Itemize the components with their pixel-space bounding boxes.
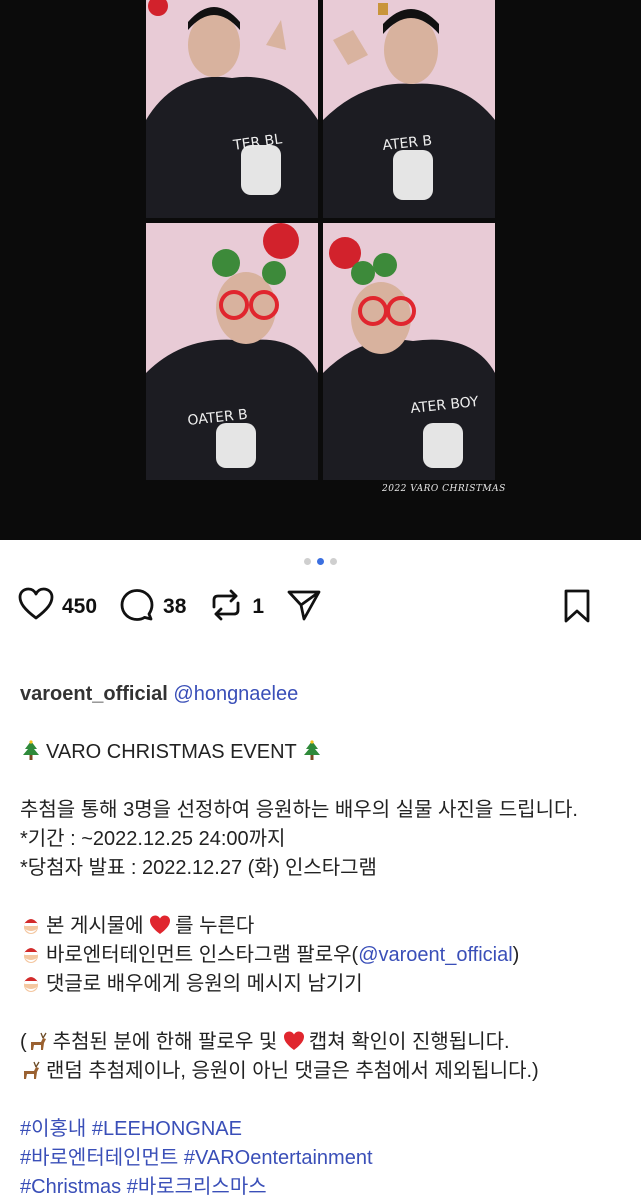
red-heart-icon [283,1031,304,1050]
hashtag-line: #바로엔터테인먼트 #VAROentertainment [20,1144,630,1173]
carousel-dot[interactable] [330,558,337,565]
action-bar: 450 38 1 [18,587,623,629]
comment-button[interactable]: 38 [119,587,186,628]
caption-period: *기간 : ~2022.12.25 24:00까지 [20,828,286,850]
note-line-1-suffix: 캡쳐 확인이 진행됩니다. [308,1031,510,1053]
carousel-dot-active[interactable] [317,558,324,565]
note-line-2-text: 랜덤 추첨제이나, 응원이 아닌 댓글은 추첨에서 제외됩니다.) [46,1060,539,1082]
step-follow: 바로엔터테인먼트 인스타그램 팔로우(@varoent_official) [20,941,630,970]
bookmark-button[interactable] [559,588,595,629]
post-photo[interactable]: TER BL ATER B OATER B ATER BOY 2022 VARO… [0,0,641,540]
step-comment-text: 댓글로 배우에게 응원의 메시지 남기기 [46,973,363,995]
share-button[interactable] [286,587,322,628]
event-title: VARO CHRISTMAS EVENT [20,738,630,767]
hashtag-link[interactable]: #바로엔터테인먼트 [20,1147,178,1169]
hashtag-link[interactable]: #LEEHONGNAE [92,1118,242,1140]
bookmark-icon [559,588,595,629]
santa-icon [24,948,38,963]
photo-panel-top-left: TER BL [146,0,318,218]
hashtag-link[interactable]: #이홍내 [20,1118,86,1140]
red-heart-icon [150,915,171,934]
deer-icon [30,1032,47,1050]
step-follow-close: ) [512,944,520,966]
step-comment: 댓글로 배우에게 응원의 메시지 남기기 [20,970,630,999]
note-line-2: 랜덤 추첨제이나, 응원이 아닌 댓글은 추첨에서 제외됩니다.) [20,1057,630,1086]
like-button[interactable]: 450 [18,587,97,628]
caption-line: 추첨을 통해 3명을 선정하여 응원하는 배우의 실물 사진을 드립니다. [20,799,578,821]
carousel-indicator [0,558,641,565]
santa-icon [24,977,38,992]
hashtag-link[interactable]: #VAROentertainment [184,1147,373,1169]
event-title-text: VARO CHRISTMAS EVENT [46,741,297,763]
christmas-tree-icon [303,740,320,760]
christmas-tree-icon [23,740,39,760]
hashtag-link[interactable]: #바로크리스마스 [127,1176,267,1198]
send-icon [286,587,322,628]
post-caption: varoent_official @hongnaelee VARO CHRIST… [20,680,630,1202]
photo-watermark: 2022 VARO CHRISTMAS [382,484,506,494]
heart-icon [18,587,54,628]
hashtag-line: #Christmas #바로크리스마스 [20,1173,630,1202]
comment-icon [119,587,155,628]
photo-panel-bottom-right: ATER BOY [323,223,495,480]
photo-panel-bottom-left: OATER B [146,223,318,480]
step-like-text: 본 게시물에 [46,915,144,937]
hashtag-line: #이홍내 #LEEHONGNAE [20,1115,630,1144]
repost-icon [208,587,244,628]
santa-icon [24,919,38,934]
caption-header: varoent_official @hongnaelee [20,680,630,709]
username-link[interactable]: varoent_official [20,683,168,705]
mention-link[interactable]: @hongnaelee [173,683,298,705]
step-follow-text: 바로엔터테인먼트 인스타그램 팔로우( [46,944,359,966]
varoent-mention-link[interactable]: @varoent_official [358,944,512,966]
note-line-1: ( 추첨된 분에 한해 팔로우 및 캡쳐 확인이 진행됩니다. [20,1028,630,1057]
step-like-suffix: 를 누른다 [175,915,255,937]
like-count: 450 [62,595,98,618]
repost-count: 1 [252,595,265,618]
repost-button[interactable]: 1 [208,587,264,628]
deer-icon [24,1061,40,1079]
caption-announcement: *당첨자 발표 : 2022.12.27 (화) 인스타그램 [20,857,377,879]
note-open-paren: ( [20,1031,27,1053]
note-line-1-text: 추첨된 분에 한해 팔로우 및 [52,1031,278,1053]
carousel-dot[interactable] [304,558,311,565]
comment-count: 38 [163,595,187,618]
step-like: 본 게시물에 를 누른다 [20,912,630,941]
hashtag-link[interactable]: #Christmas [20,1176,121,1198]
photo-panel-top-right: ATER B [323,0,495,218]
